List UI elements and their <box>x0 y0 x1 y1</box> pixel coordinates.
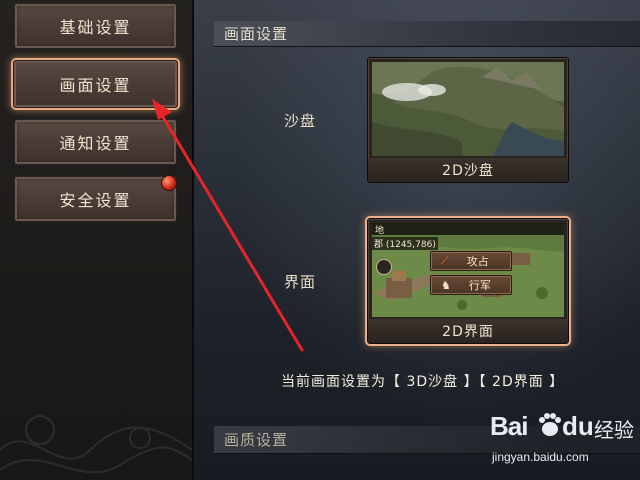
watermark-product: 经验 <box>594 418 634 442</box>
watermark-url: jingyan.baidu.com <box>492 450 589 464</box>
watermark-brand-suffix: du <box>562 411 594 441</box>
paw-icon <box>539 413 561 436</box>
watermark-brand: Bai <box>490 411 528 441</box>
baidu-jingyan-watermark: Bai du 经验 jingyan.baidu.com <box>486 405 636 477</box>
